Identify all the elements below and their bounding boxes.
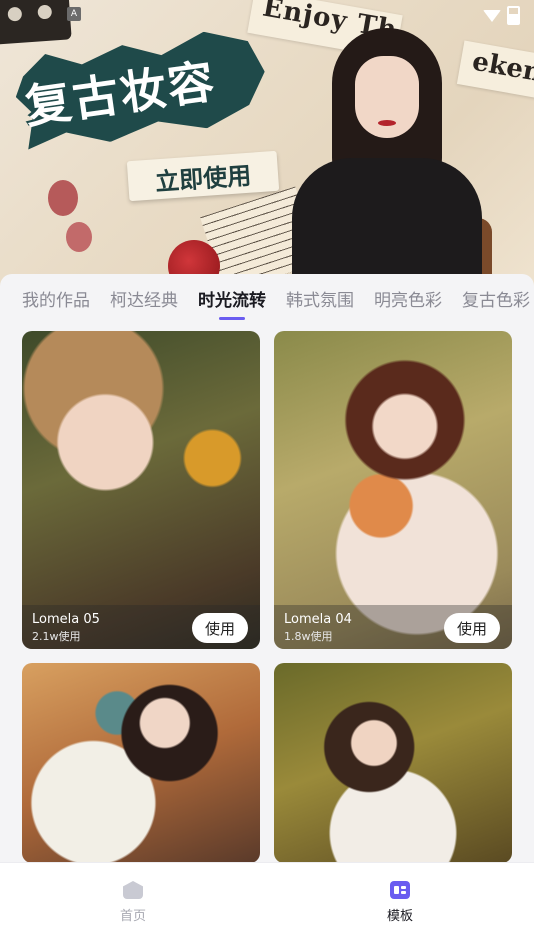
nav-templates[interactable]: 模板 (360, 881, 440, 924)
rose-decoration (48, 180, 78, 216)
use-now-button[interactable]: 立即使用 (126, 150, 280, 202)
tab-my-works[interactable]: 我的作品 (22, 286, 90, 311)
tab-bright-colors[interactable]: 明亮色彩 (374, 286, 442, 311)
template-card[interactable]: Lomela 04 1.8w使用 使用 (274, 331, 512, 649)
use-template-button[interactable]: 使用 (192, 613, 248, 643)
home-icon (123, 881, 143, 899)
tab-time-flow[interactable]: 时光流转 (198, 286, 266, 320)
use-template-button[interactable]: 使用 (444, 613, 500, 643)
nav-home-label: 首页 (119, 909, 146, 924)
cassette-decoration (0, 0, 72, 45)
template-card[interactable] (274, 663, 512, 863)
banner-model-photo (292, 28, 492, 290)
template-photo (22, 331, 260, 649)
tab-kodak-classic[interactable]: 柯达经典 (110, 286, 178, 311)
tab-retro-colors[interactable]: 复古色彩 (462, 286, 530, 311)
template-card[interactable] (22, 663, 260, 863)
bottom-nav: 首页 模板 (0, 862, 534, 951)
category-tabs: 我的作品 柯达经典 时光流转 韩式氛围 明亮色彩 复古色彩 (0, 274, 534, 324)
template-photo (274, 663, 512, 863)
status-icons (483, 6, 520, 25)
battery-icon (507, 6, 520, 25)
hero-banner[interactable]: A Enjoy Th ekend 复古妆容 立即使用 (0, 0, 534, 290)
template-icon (390, 881, 410, 899)
wifi-icon (483, 9, 501, 22)
status-badge: A (67, 7, 81, 21)
template-photo (274, 331, 512, 649)
template-card[interactable]: Lomela 05 2.1w使用 使用 (22, 331, 260, 649)
tab-korean-vibe[interactable]: 韩式氛围 (286, 286, 354, 311)
template-usage-count: 1.8w使用 (284, 630, 333, 643)
template-name: Lomela 04 (284, 612, 352, 627)
template-name: Lomela 05 (32, 612, 100, 627)
template-usage-count: 2.1w使用 (32, 630, 81, 643)
rose-decoration (66, 222, 92, 252)
nav-home[interactable]: 首页 (93, 881, 173, 924)
banner-title-wrap: 复古妆容 (20, 45, 219, 137)
nav-templates-label: 模板 (386, 909, 413, 924)
template-photo (22, 663, 260, 863)
